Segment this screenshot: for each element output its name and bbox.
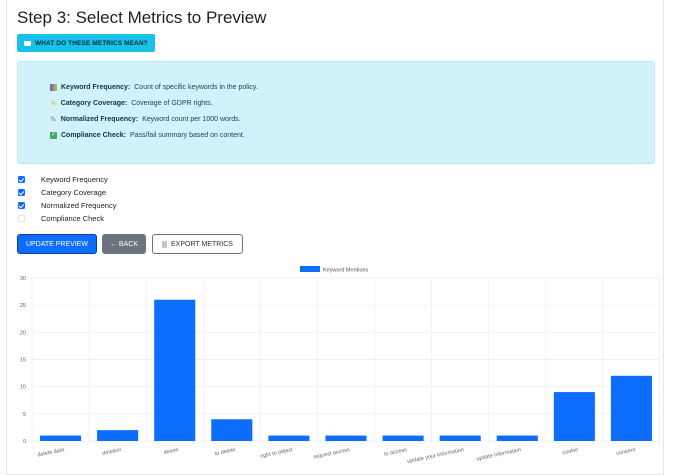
bar <box>439 435 481 441</box>
category-coverage-checkbox[interactable] <box>18 189 25 196</box>
metric-option-compliance-check[interactable]: Compliance Check <box>18 214 104 223</box>
bar <box>496 435 538 441</box>
document-icon <box>162 240 167 248</box>
export-metrics-label: EXPORT METRICS <box>171 240 233 248</box>
bar <box>382 435 424 441</box>
bar <box>553 392 595 441</box>
update-preview-button[interactable]: UPDATE PREVIEW <box>17 234 97 254</box>
normalized-frequency-checkbox[interactable] <box>18 202 25 209</box>
x-tick-label: request access <box>313 447 351 461</box>
x-tick-label: update information <box>476 447 522 462</box>
info-item-label: Keyword Frequency: <box>61 84 131 91</box>
info-item-text: Pass/fail summary based on content. <box>129 132 245 139</box>
x-tick-label: to access <box>384 447 408 458</box>
x-tick-label: delete <box>163 447 179 456</box>
bar <box>211 419 253 441</box>
y-tick-label: 25 <box>20 303 26 309</box>
x-tick-label: update your information <box>407 447 465 465</box>
metrics-help-button[interactable]: WHAT DO THESE METRICS MEAN? <box>17 34 155 52</box>
x-tick-label: cookie <box>562 447 579 456</box>
bar <box>325 435 367 441</box>
metric-option-label: Compliance Check <box>41 214 104 223</box>
sparkle-icon: ✳ <box>50 99 57 108</box>
info-item-compliance-check: ✓ Compliance Check: Pass/fail summary ba… <box>50 132 245 139</box>
bar-chart-icon <box>50 84 57 91</box>
bar <box>610 375 653 441</box>
info-item-label: Category Coverage: <box>60 100 128 107</box>
metric-option-label: Normalized Frequency <box>41 201 117 210</box>
info-item-category-coverage: ✳ Category Coverage: Coverage of GDPR ri… <box>50 99 213 108</box>
metric-option-category-coverage[interactable]: Category Coverage <box>18 188 106 197</box>
pencil-icon: ✎ <box>50 115 57 124</box>
y-tick-label: 20 <box>20 330 26 336</box>
y-tick-label: 15 <box>20 358 26 364</box>
x-tick-label: delete data <box>37 447 66 459</box>
y-tick-label: 5 <box>23 412 26 418</box>
export-metrics-button[interactable]: EXPORT METRICS <box>152 234 243 254</box>
bar <box>39 435 82 441</box>
legend-swatch <box>300 266 320 272</box>
compliance-check-checkbox[interactable] <box>18 215 25 222</box>
info-item-label: Normalized Frequency: <box>60 116 139 123</box>
page-title: Step 3: Select Metrics to Preview <box>17 8 267 27</box>
info-item-label: Compliance Check: <box>61 132 126 139</box>
legend-label: Keyword Mentions <box>323 268 368 274</box>
book-icon <box>24 40 31 46</box>
metric-option-label: Category Coverage <box>41 188 107 197</box>
metric-option-label: Keyword Frequency <box>41 175 108 184</box>
y-tick-label: 10 <box>20 385 26 391</box>
info-item-text: Keyword count per 1000 words. <box>142 116 241 123</box>
y-tick-label: 30 <box>20 276 26 282</box>
keyword-frequency-checkbox[interactable] <box>18 176 25 183</box>
check-box-icon: ✓ <box>50 132 57 139</box>
x-tick-label: consent <box>616 447 637 457</box>
bar <box>154 299 196 441</box>
info-item-text: Coverage of GDPR rights. <box>131 100 213 107</box>
keyword-mentions-chart: 0 5 10 15 20 25 30 delete data deletion delete to … <box>20 266 661 465</box>
metrics-info-box: Keyword Frequency: Count of specific key… <box>17 61 655 164</box>
bar <box>268 435 310 441</box>
info-item-keyword-frequency: Keyword Frequency: Count of specific key… <box>50 84 258 91</box>
y-tick-label: 0 <box>23 439 26 445</box>
back-button[interactable]: ← BACK <box>102 234 146 254</box>
metric-option-keyword-frequency[interactable]: Keyword Frequency <box>18 175 108 184</box>
metric-option-normalized-frequency[interactable]: Normalized Frequency <box>18 201 116 210</box>
bar <box>97 430 139 441</box>
x-tick-label: deletion <box>102 447 122 457</box>
x-tick-label: to delete <box>214 447 236 457</box>
info-item-normalized-frequency: ✎ Normalized Frequency: Keyword count pe… <box>50 115 241 124</box>
x-tick-label: right to object <box>260 447 294 460</box>
metrics-help-label: WHAT DO THESE METRICS MEAN? <box>35 39 148 47</box>
info-item-text: Count of specific keywords in the policy… <box>134 84 258 91</box>
